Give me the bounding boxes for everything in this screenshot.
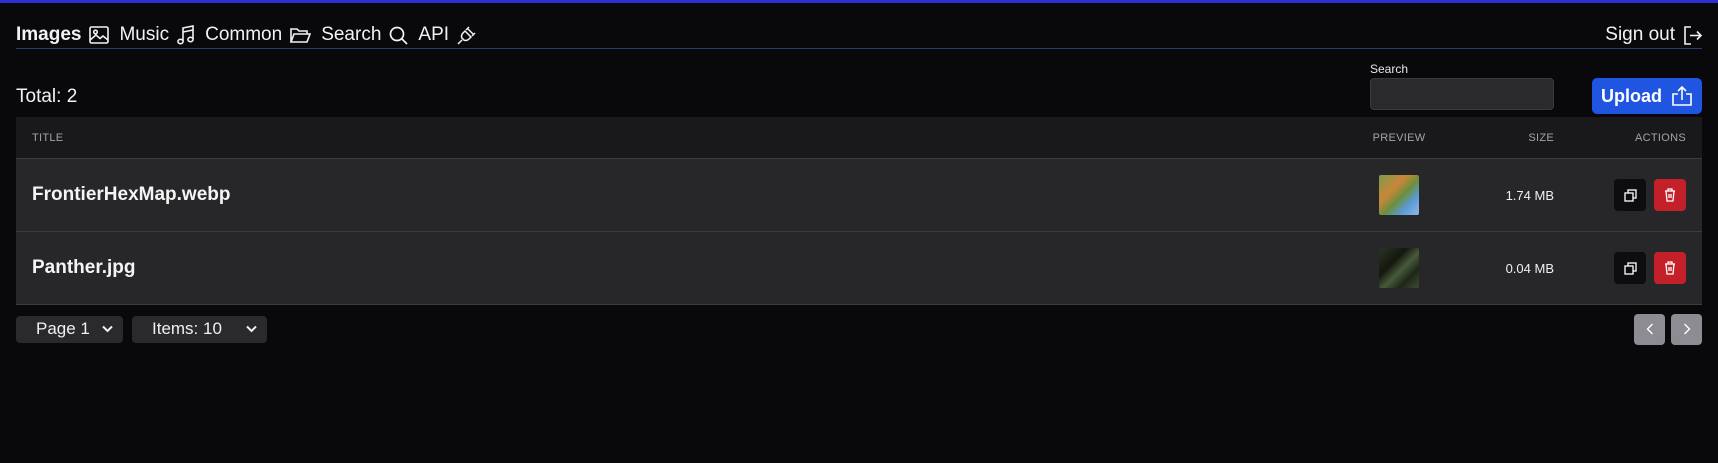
chevron-down-icon	[246, 325, 257, 333]
nav-item-label: Search	[321, 24, 382, 45]
nav-item-label: Images	[16, 24, 82, 45]
delete-button[interactable]	[1654, 179, 1686, 211]
preview-cell	[1354, 248, 1444, 288]
file-title: Panther.jpg	[32, 257, 136, 278]
nav-item-images[interactable]: Images	[16, 24, 110, 46]
table-row: Panther.jpg 0.04 MB	[16, 231, 1702, 305]
copy-button[interactable]	[1614, 252, 1646, 284]
chevron-left-icon	[1646, 323, 1653, 335]
nav-item-label: Music	[119, 24, 170, 45]
prev-page-button[interactable]	[1634, 313, 1665, 345]
column-title: TITLE	[32, 131, 64, 144]
actions-cell	[1554, 179, 1702, 211]
nav-item-music[interactable]: Music	[119, 24, 195, 46]
pagination-bar: Page 1 Items: 10	[16, 313, 1702, 345]
total-count: Total: 2	[16, 86, 78, 107]
sign-out-label: Sign out	[1605, 24, 1675, 45]
upload-icon	[1672, 86, 1692, 106]
folder-open-icon	[290, 27, 312, 43]
trash-icon	[1665, 188, 1675, 202]
search-icon	[390, 26, 408, 45]
trash-icon	[1665, 261, 1675, 275]
table-header: TITLE PREVIEW SIZE ACTIONS	[16, 117, 1702, 158]
plug-icon	[457, 26, 476, 45]
top-accent-bar	[0, 0, 1718, 3]
images-table: TITLE PREVIEW SIZE ACTIONS FrontierHexMa…	[16, 117, 1702, 305]
music-note-icon	[177, 25, 195, 45]
next-page-button[interactable]	[1671, 313, 1702, 345]
preview-thumbnail[interactable]	[1379, 248, 1419, 288]
page-select-value: Page 1	[36, 319, 90, 338]
column-preview: PREVIEW	[1372, 131, 1426, 144]
page-select[interactable]: Page 1	[16, 315, 123, 343]
upload-label: Upload	[1601, 85, 1662, 106]
sign-out-link[interactable]: Sign out	[1605, 24, 1702, 46]
nav-item-search[interactable]: Search	[321, 24, 408, 46]
items-select-value: Items: 10	[152, 319, 222, 338]
copy-button[interactable]	[1614, 179, 1646, 211]
search-input[interactable]	[1370, 78, 1554, 110]
nav-item-label: Common	[205, 24, 283, 45]
nav-item-common[interactable]: Common	[205, 24, 312, 46]
nav-item-label: API	[418, 24, 450, 45]
file-title: FrontierHexMap.webp	[32, 184, 231, 205]
file-size: 0.04 MB	[1505, 260, 1554, 276]
chevron-right-icon	[1683, 323, 1690, 335]
table-row: FrontierHexMap.webp 1.74 MB	[16, 158, 1702, 231]
chevron-down-icon	[102, 325, 113, 333]
preview-cell	[1354, 175, 1444, 215]
delete-button[interactable]	[1654, 252, 1686, 284]
nav-item-api[interactable]: API	[418, 24, 477, 46]
copy-icon	[1623, 261, 1637, 275]
pager-buttons	[1634, 313, 1702, 345]
search-label: Search	[1370, 62, 1409, 76]
image-icon	[89, 26, 110, 44]
column-size: SIZE	[1528, 131, 1554, 144]
actions-cell	[1554, 252, 1702, 284]
preview-thumbnail[interactable]	[1379, 175, 1419, 215]
items-per-page-select[interactable]: Items: 10	[132, 315, 267, 343]
upload-button[interactable]: Upload	[1592, 78, 1702, 114]
copy-icon	[1623, 188, 1637, 202]
column-actions: ACTIONS	[1635, 131, 1686, 144]
main-nav: Images Music Common Search API Sign out	[16, 22, 1702, 49]
sign-out-icon	[1684, 25, 1702, 45]
file-size: 1.74 MB	[1505, 187, 1554, 203]
